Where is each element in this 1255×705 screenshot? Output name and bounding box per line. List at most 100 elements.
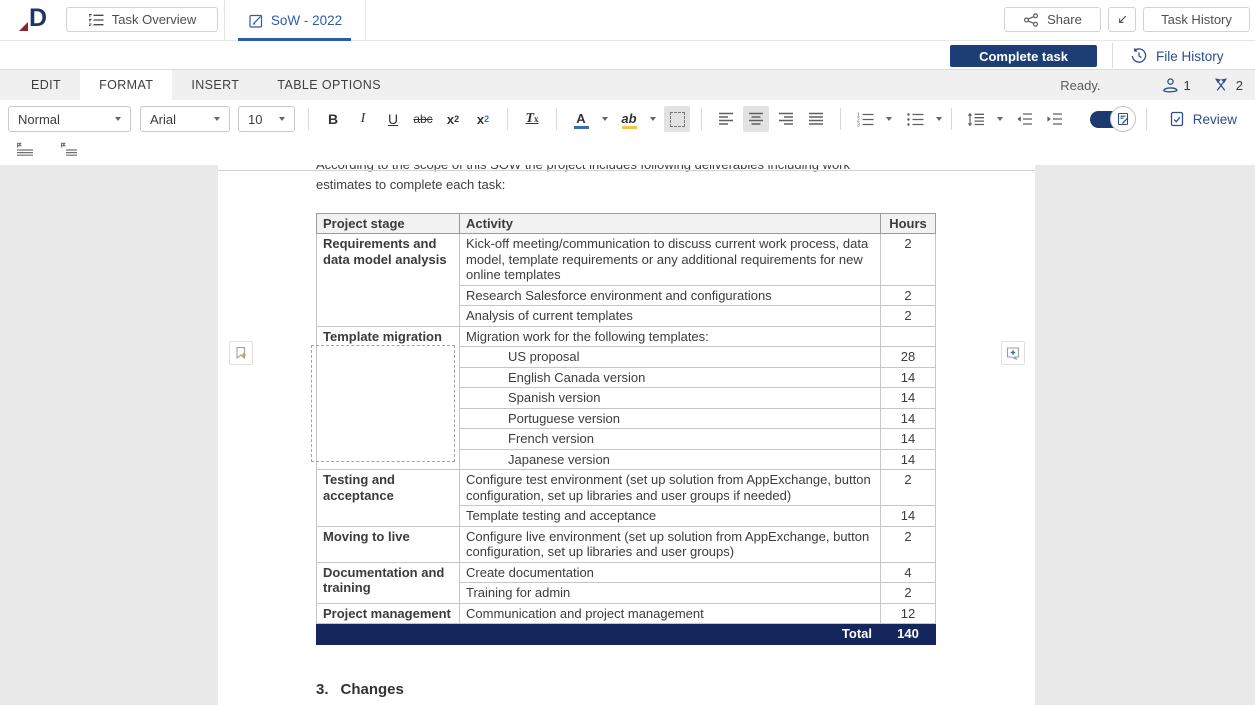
activity-cell[interactable]: Japanese version (460, 449, 881, 470)
font-family-value: Arial (150, 112, 208, 127)
hours-cell[interactable]: 2 (881, 234, 936, 286)
hours-cell[interactable]: 4 (881, 562, 936, 583)
toolbar-divider (308, 108, 309, 130)
activity-cell[interactable]: Communication and project management (460, 603, 881, 624)
bold-button[interactable]: B (320, 106, 346, 132)
chevron-down-icon[interactable] (997, 117, 1003, 121)
hours-cell[interactable]: 14 (881, 408, 936, 429)
activity-cell[interactable]: Kick-off meeting/communication to discus… (460, 234, 881, 286)
menu-table-options[interactable]: TABLE OPTIONS (258, 70, 400, 100)
strikethrough-button[interactable]: abc (410, 106, 436, 132)
subscript-button[interactable]: x2 (470, 106, 496, 132)
task-history-button[interactable]: Task History (1143, 7, 1250, 32)
activity-cell[interactable]: Portuguese version (460, 408, 881, 429)
stage-cell[interactable]: Project management (317, 603, 460, 624)
justify-button[interactable] (803, 106, 829, 132)
decrease-indent-button[interactable] (1011, 106, 1037, 132)
toolbar-divider (701, 108, 702, 130)
font-size-value: 10 (248, 112, 273, 127)
activity-cell[interactable]: English Canada version (460, 367, 881, 388)
menu-format[interactable]: FORMAT (80, 70, 172, 100)
align-center-icon (748, 112, 764, 126)
activity-cell[interactable]: Create documentation (460, 562, 881, 583)
add-comment-button[interactable] (1001, 341, 1025, 365)
highlight-color-button[interactable]: ab (616, 106, 642, 132)
hours-cell[interactable]: 2 (881, 306, 936, 327)
bullet-list-icon (906, 112, 924, 127)
activity-cell[interactable]: Training for admin (460, 583, 881, 604)
menu-insert[interactable]: INSERT (172, 70, 258, 100)
activity-cell[interactable]: US proposal (460, 347, 881, 368)
stage-cell[interactable]: Template migration (317, 326, 460, 470)
align-right-button[interactable] (773, 106, 799, 132)
bullet-list-button[interactable] (902, 106, 928, 132)
collaborators-indicator[interactable]: 1 (1159, 77, 1191, 93)
align-left-button[interactable] (713, 106, 739, 132)
comment-add-icon (1005, 346, 1021, 361)
hours-cell[interactable]: 28 (881, 347, 936, 368)
hours-cell[interactable]: 2 (881, 470, 936, 506)
increase-indent-button[interactable] (1041, 106, 1067, 132)
flags-indicator[interactable]: 2 (1211, 77, 1243, 93)
hours-cell[interactable]: 14 (881, 367, 936, 388)
stage-cell[interactable]: Testing and acceptance (317, 470, 460, 527)
suggest-mode-toggle[interactable] (1090, 111, 1126, 128)
activity-cell[interactable]: Analysis of current templates (460, 306, 881, 327)
hours-cell[interactable]: 2 (881, 285, 936, 306)
activity-cell[interactable]: Migration work for the following templat… (460, 326, 881, 347)
font-size-select[interactable]: 10 (238, 106, 295, 132)
tab-sow-2022[interactable]: SoW - 2022 (224, 0, 366, 41)
section-heading[interactable]: 3. Changes (316, 681, 404, 698)
italic-button[interactable]: I (350, 106, 376, 132)
chevron-down-icon[interactable] (886, 117, 892, 121)
chevron-down-icon[interactable] (936, 117, 942, 121)
stage-cell[interactable]: Requirements and data model analysis (317, 234, 460, 327)
stage-cell[interactable]: Documentation and training (317, 562, 460, 603)
add-bookmark-button[interactable] (229, 341, 253, 365)
underline-button[interactable]: U (380, 106, 406, 132)
font-color-button[interactable]: A (568, 106, 594, 132)
hours-cell[interactable]: 12 (881, 603, 936, 624)
line-spacing-button[interactable] (963, 106, 989, 132)
paragraph-style-select[interactable]: Normal (8, 106, 131, 132)
font-family-select[interactable]: Arial (140, 106, 230, 132)
clear-formatting-button[interactable]: Tx (519, 106, 545, 132)
document-page[interactable]: According to the scope of this SOW the p… (218, 165, 1035, 705)
hours-cell[interactable]: 14 (881, 429, 936, 450)
complete-task-button[interactable]: Complete task (950, 45, 1097, 67)
hours-cell[interactable]: 14 (881, 506, 936, 527)
chevron-down-icon[interactable] (650, 117, 656, 121)
menu-edit[interactable]: EDIT (12, 70, 80, 100)
align-center-button[interactable] (743, 106, 769, 132)
numbered-list-icon: 123 (856, 112, 874, 127)
activity-cell[interactable]: Spanish version (460, 388, 881, 409)
review-button[interactable]: Review (1165, 106, 1241, 132)
hours-cell[interactable]: 14 (881, 449, 936, 470)
app-logo[interactable]: D (16, 5, 60, 35)
activity-cell[interactable]: Research Salesforce environment and conf… (460, 285, 881, 306)
chevron-down-icon[interactable] (602, 117, 608, 121)
direction-ltr-button[interactable] (12, 136, 38, 162)
file-history-button[interactable]: File History (1130, 44, 1224, 68)
toggle-knob-edit-icon (1110, 106, 1136, 132)
table-row: Requirements and data model analysisKick… (317, 234, 936, 286)
collapse-view-button[interactable] (1108, 7, 1136, 32)
intro-paragraph-line2[interactable]: estimates to complete each task: (316, 176, 946, 193)
activity-cell[interactable]: French version (460, 429, 881, 450)
borders-button[interactable] (664, 106, 690, 132)
hours-cell[interactable]: 14 (881, 388, 936, 409)
hours-cell[interactable] (881, 326, 936, 347)
sow-table[interactable]: Project stage Activity Hours Requirement… (316, 213, 936, 645)
task-overview-button[interactable]: Task Overview (66, 7, 218, 32)
numbered-list-button[interactable]: 123 (852, 106, 878, 132)
activity-cell[interactable]: Template testing and acceptance (460, 506, 881, 527)
activity-cell[interactable]: Configure live environment (set up solut… (460, 526, 881, 562)
activity-cell[interactable]: Configure test environment (set up solut… (460, 470, 881, 506)
hours-cell[interactable]: 2 (881, 526, 936, 562)
share-button[interactable]: Share (1004, 7, 1101, 32)
direction-rtl-button[interactable] (56, 136, 82, 162)
hours-cell[interactable]: 2 (881, 583, 936, 604)
intro-paragraph-line1[interactable]: According to the scope of this SOW the p… (316, 165, 946, 173)
superscript-button[interactable]: x2 (440, 106, 466, 132)
stage-cell[interactable]: Moving to live (317, 526, 460, 562)
